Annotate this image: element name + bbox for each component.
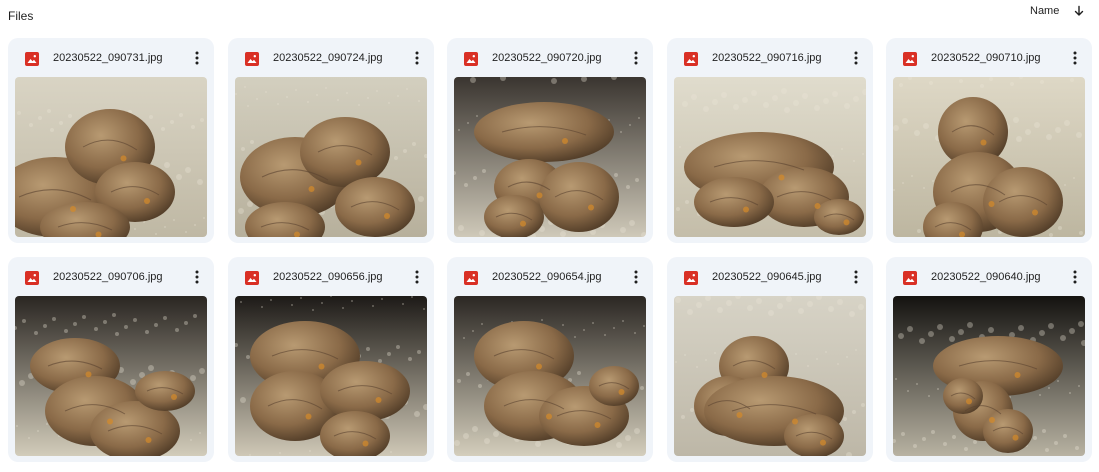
file-card[interactable]: 20230522_090645.jpg — [667, 257, 873, 462]
image-file-icon — [25, 52, 39, 66]
section-title: Files — [8, 9, 34, 23]
image-file-icon — [245, 52, 259, 66]
file-name: 20230522_090645.jpg — [712, 271, 822, 283]
file-name: 20230522_090656.jpg — [273, 271, 383, 283]
more-actions-button[interactable] — [845, 266, 867, 288]
more-actions-button[interactable] — [625, 266, 647, 288]
more-vert-icon — [415, 51, 419, 65]
more-actions-button[interactable] — [1064, 266, 1086, 288]
more-vert-icon — [415, 270, 419, 284]
file-card[interactable]: 20230522_090731.jpg — [8, 38, 214, 243]
file-thumbnail[interactable] — [235, 77, 427, 237]
more-vert-icon — [854, 270, 858, 284]
more-vert-icon — [1073, 270, 1077, 284]
file-thumbnail[interactable] — [674, 77, 866, 237]
file-thumbnail[interactable] — [893, 296, 1085, 456]
image-file-icon — [464, 271, 478, 285]
image-file-icon — [903, 52, 917, 66]
file-card[interactable]: 20230522_090716.jpg — [667, 38, 873, 243]
file-name: 20230522_090716.jpg — [712, 52, 822, 64]
more-vert-icon — [854, 51, 858, 65]
image-file-icon — [245, 271, 259, 285]
file-name: 20230522_090720.jpg — [492, 52, 602, 64]
file-card[interactable]: 20230522_090656.jpg — [228, 257, 434, 462]
more-actions-button[interactable] — [186, 266, 208, 288]
more-actions-button[interactable] — [845, 47, 867, 69]
image-file-icon — [684, 271, 698, 285]
more-vert-icon — [1073, 51, 1077, 65]
more-actions-button[interactable] — [406, 47, 428, 69]
file-name: 20230522_090724.jpg — [273, 52, 383, 64]
file-thumbnail[interactable] — [15, 296, 207, 456]
file-name: 20230522_090640.jpg — [931, 271, 1041, 283]
more-actions-button[interactable] — [406, 266, 428, 288]
more-actions-button[interactable] — [186, 47, 208, 69]
file-thumbnail[interactable] — [454, 296, 646, 456]
file-thumbnail[interactable] — [15, 77, 207, 237]
sort-label: Name — [1030, 5, 1060, 17]
file-card[interactable]: 20230522_090654.jpg — [447, 257, 653, 462]
file-card[interactable]: 20230522_090706.jpg — [8, 257, 214, 462]
file-name: 20230522_090706.jpg — [53, 271, 163, 283]
file-card[interactable]: 20230522_090724.jpg — [228, 38, 434, 243]
image-file-icon — [464, 52, 478, 66]
image-file-icon — [25, 271, 39, 285]
file-name: 20230522_090654.jpg — [492, 271, 602, 283]
sort-by-name-button[interactable]: Name — [1030, 5, 1085, 17]
file-name: 20230522_090731.jpg — [53, 52, 163, 64]
file-thumbnail[interactable] — [454, 77, 646, 237]
file-name: 20230522_090710.jpg — [931, 52, 1041, 64]
more-actions-button[interactable] — [625, 47, 647, 69]
file-thumbnail[interactable] — [235, 296, 427, 456]
more-vert-icon — [195, 270, 199, 284]
file-card[interactable]: 20230522_090710.jpg — [886, 38, 1092, 243]
image-file-icon — [903, 271, 917, 285]
file-thumbnail[interactable] — [893, 77, 1085, 237]
image-file-icon — [684, 52, 698, 66]
more-vert-icon — [634, 270, 638, 284]
more-vert-icon — [195, 51, 199, 65]
more-vert-icon — [634, 51, 638, 65]
file-card[interactable]: 20230522_090720.jpg — [447, 38, 653, 243]
file-thumbnail[interactable] — [674, 296, 866, 456]
file-card[interactable]: 20230522_090640.jpg — [886, 257, 1092, 462]
arrow-down-icon — [1075, 5, 1084, 16]
more-actions-button[interactable] — [1064, 47, 1086, 69]
